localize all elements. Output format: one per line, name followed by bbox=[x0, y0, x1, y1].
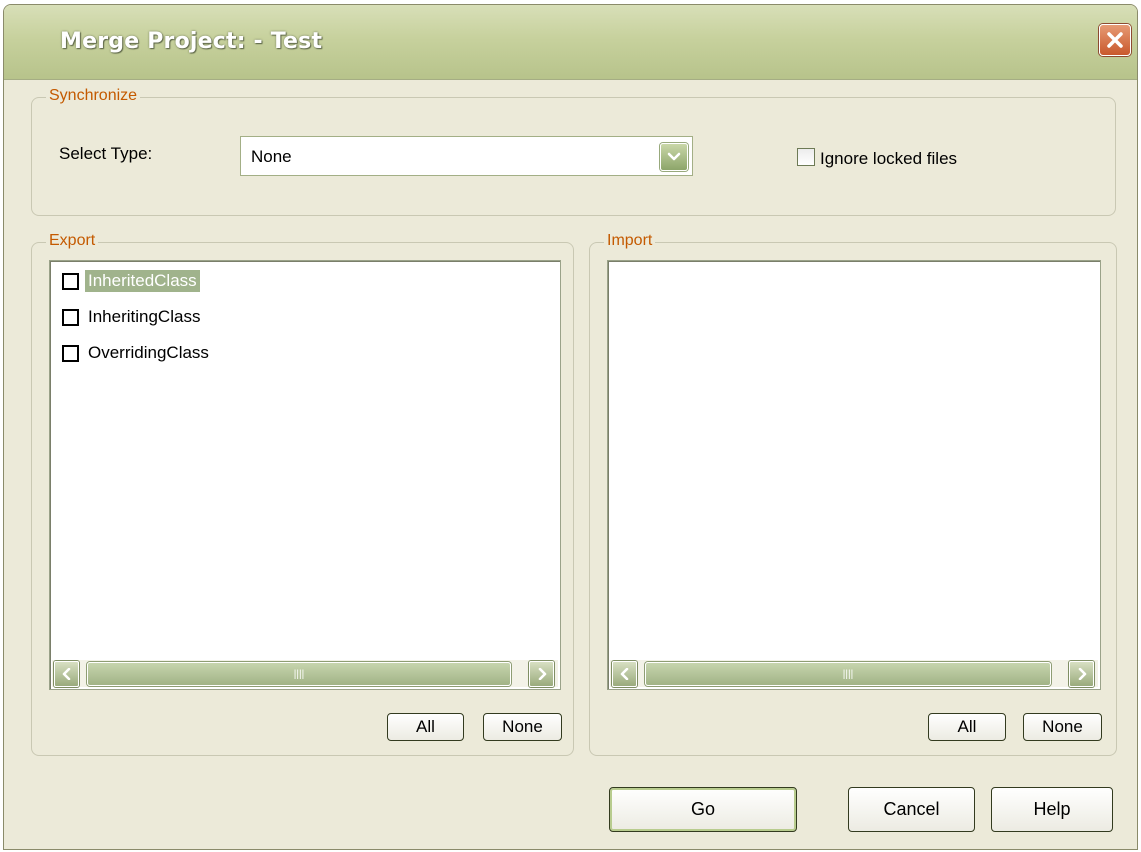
scroll-right-button[interactable] bbox=[1069, 661, 1094, 687]
scroll-thumb[interactable]: |||| bbox=[645, 662, 1051, 686]
item-checkbox[interactable] bbox=[62, 272, 79, 290]
close-button[interactable] bbox=[1099, 24, 1131, 56]
arrow-left-icon bbox=[620, 668, 628, 680]
list-item[interactable]: InheritedClass bbox=[62, 268, 200, 294]
grip-icon: |||| bbox=[293, 668, 305, 680]
ignore-locked-label[interactable]: Ignore locked files bbox=[820, 149, 957, 169]
chevron-down-icon bbox=[667, 152, 681, 161]
cancel-button[interactable]: Cancel bbox=[848, 787, 975, 832]
go-button[interactable]: Go bbox=[609, 787, 797, 832]
scroll-thumb[interactable]: |||| bbox=[87, 662, 511, 686]
arrow-left-icon bbox=[62, 668, 70, 680]
select-type-value: None bbox=[251, 147, 292, 166]
close-icon bbox=[1107, 32, 1123, 48]
list-item[interactable]: InheritingClass bbox=[62, 304, 203, 330]
export-group-label: Export bbox=[46, 232, 99, 250]
export-none-button[interactable]: None bbox=[483, 713, 562, 741]
horizontal-scrollbar[interactable]: |||| bbox=[610, 660, 1098, 687]
list-item[interactable]: OverridingClass bbox=[62, 340, 212, 366]
import-list[interactable]: |||| bbox=[607, 260, 1101, 690]
scroll-right-button[interactable] bbox=[529, 661, 554, 687]
dropdown-button[interactable] bbox=[660, 143, 688, 171]
synchronize-group-label: Synchronize bbox=[46, 87, 141, 105]
item-label: InheritedClass bbox=[85, 270, 200, 292]
item-checkbox[interactable] bbox=[62, 344, 79, 362]
item-checkbox[interactable] bbox=[62, 308, 79, 326]
horizontal-scrollbar[interactable]: |||| bbox=[52, 660, 558, 687]
ignore-locked-checkbox[interactable] bbox=[797, 148, 815, 166]
arrow-right-icon bbox=[1078, 668, 1086, 680]
merge-project-dialog: Merge Project: - Test Synchronize Select… bbox=[3, 4, 1138, 850]
scroll-left-button[interactable] bbox=[612, 661, 637, 687]
import-all-button[interactable]: All bbox=[928, 713, 1006, 741]
import-none-button[interactable]: None bbox=[1023, 713, 1102, 741]
export-all-button[interactable]: All bbox=[387, 713, 464, 741]
scroll-left-button[interactable] bbox=[54, 661, 79, 687]
select-type-dropdown[interactable]: None bbox=[240, 136, 693, 176]
item-label: OverridingClass bbox=[88, 343, 209, 362]
export-list[interactable]: InheritedClass InheritingClass Overridin… bbox=[49, 260, 561, 690]
window-title: Merge Project: - Test bbox=[60, 29, 323, 54]
arrow-right-icon bbox=[538, 668, 546, 680]
select-type-label: Select Type: bbox=[59, 144, 153, 163]
item-label: InheritingClass bbox=[88, 307, 201, 326]
help-button[interactable]: Help bbox=[991, 787, 1113, 832]
grip-icon: |||| bbox=[842, 668, 854, 680]
import-group-label: Import bbox=[604, 232, 656, 250]
title-bar[interactable]: Merge Project: - Test bbox=[4, 5, 1137, 80]
